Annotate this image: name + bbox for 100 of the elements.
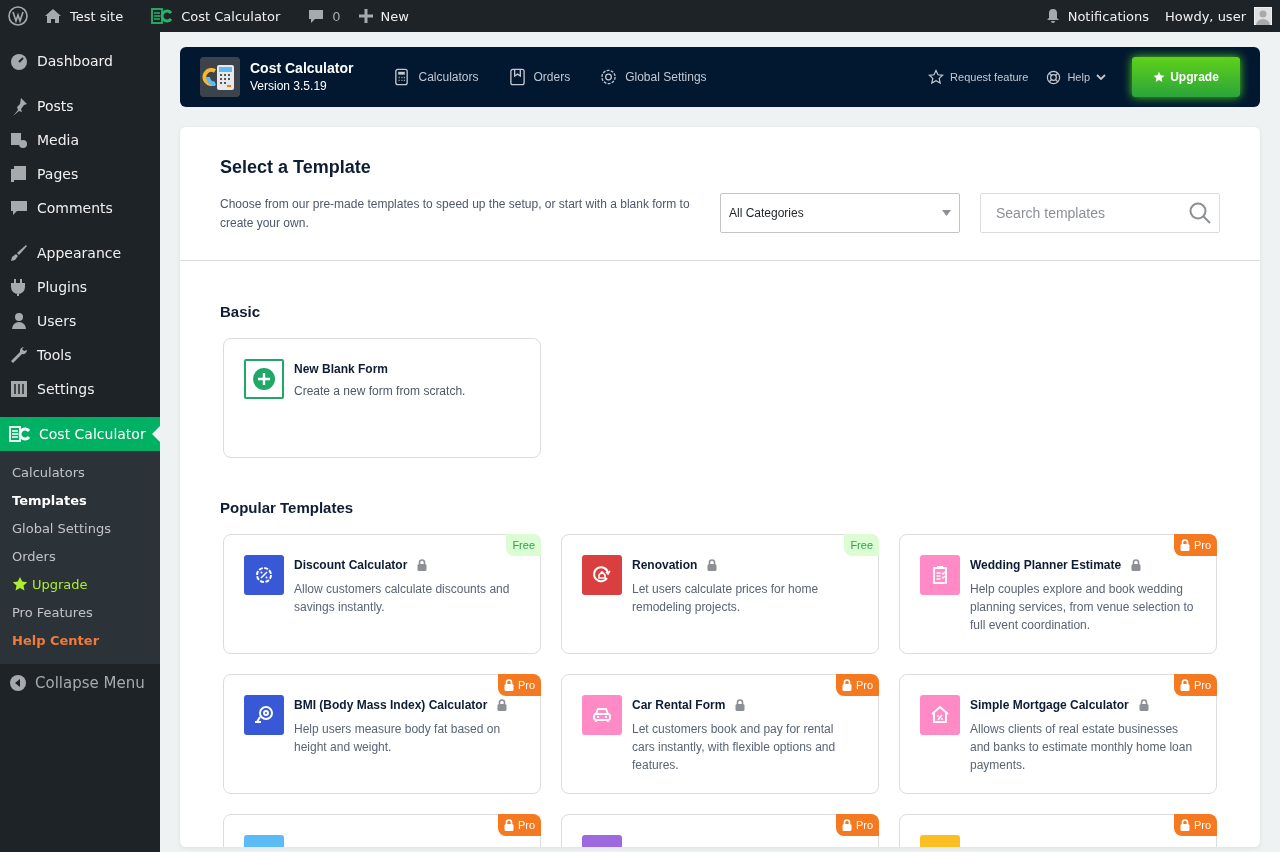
template-card[interactable]: Renovation Let users calculate prices for home remodeling projects. Free [561, 534, 879, 654]
section-heading: Basic [220, 303, 262, 320]
padlock-icon [503, 679, 514, 691]
template-description: Allow customers calculate discounts and savings instantly. [294, 581, 511, 616]
request-feature-link[interactable]: Request feature [928, 69, 1029, 85]
submenu-item[interactable]: Calculators [0, 458, 160, 486]
submenu-item[interactable]: Orders [0, 542, 160, 570]
wrench-icon [9, 345, 29, 365]
collapse-menu-button[interactable]: Collapse Menu [0, 664, 160, 702]
padlock-icon [417, 559, 428, 571]
chevron-down-icon [1096, 73, 1106, 81]
padlock-icon [1179, 539, 1190, 551]
search-icon [1189, 202, 1211, 224]
nav-link[interactable]: Calculators [393, 68, 479, 86]
calculator-logo-icon [200, 57, 240, 97]
nav-link[interactable]: Global Settings [600, 68, 707, 86]
help-dropdown[interactable]: Help [1046, 69, 1106, 85]
sidebar-item[interactable]: Pages [0, 157, 160, 191]
padlock-icon [1179, 819, 1190, 831]
sidebar-item[interactable]: Appearance [0, 236, 160, 270]
person-icon [9, 311, 29, 331]
sidebar-item[interactable]: Posts [0, 89, 160, 123]
notifications-label: Notifications [1067, 8, 1150, 24]
template-card[interactable]: Wedding Planner Estimate Help couples explore and book wedding planning services, from venue selection to full event coordination. Pro [899, 534, 1217, 654]
notifications-link[interactable]: Notifications [1045, 8, 1150, 24]
template-title: Wedding Planner Estimate [970, 558, 1122, 572]
star-outline-icon [928, 69, 945, 85]
padlock-icon [1179, 679, 1190, 691]
free-badge: Free [506, 534, 541, 556]
paintbrush-icon [9, 243, 29, 263]
nav-link[interactable]: Orders [508, 68, 571, 86]
account-link[interactable]: Howdy, user [1165, 7, 1272, 25]
speech-bubble-icon [9, 198, 29, 218]
submenu-item[interactable]: Global Settings [0, 514, 160, 542]
template-card[interactable]: BMI (Body Mass Index) Calculator Help users measure body fat based on height and weight. Pro [223, 674, 541, 794]
bell-icon [1045, 8, 1060, 24]
greeting: Howdy, user [1165, 8, 1246, 24]
sidebar-item[interactable]: Settings [0, 372, 160, 406]
blank-form-card[interactable]: New Blank Form Create a new form from scratch. [223, 338, 541, 458]
wordpress-logo-icon[interactable] [8, 6, 28, 26]
calculator-icon [393, 68, 411, 86]
pages-icon [9, 164, 29, 184]
padlock-icon [1138, 699, 1149, 711]
padlock-icon [497, 699, 508, 711]
site-name: Test site [70, 8, 124, 24]
template-title: Car Rental Form [632, 698, 726, 712]
site-link[interactable]: Test site [44, 8, 124, 24]
pro-badge: Pro [497, 814, 541, 836]
new-label: New [380, 8, 409, 24]
sidebar-item[interactable]: Users [0, 304, 160, 338]
plus-circle-icon [253, 368, 275, 390]
avatar-icon [1254, 7, 1272, 25]
collapse-label: Collapse Menu [35, 674, 145, 692]
calculator-logo-icon [151, 8, 174, 24]
template-title: New Blank Form [294, 362, 390, 376]
sidebar-item[interactable]: Plugins [0, 270, 160, 304]
calculator-logo-icon [9, 426, 31, 442]
pro-badge: Pro [1173, 674, 1217, 696]
submenu-item[interactable]: Upgrade [0, 570, 160, 598]
free-badge: Free [844, 534, 879, 556]
plugin-version: Version 3.5.19 [250, 79, 327, 93]
submenu-item[interactable]: Pro Features [0, 598, 160, 626]
search-field[interactable]: Search templates [980, 193, 1220, 233]
template-description: Let customers book and pay for rental cars instantly, with flexible options and features. [632, 721, 837, 774]
gauge-icon [9, 51, 29, 71]
new-link[interactable]: New [358, 8, 409, 24]
page-description: Choose from our pre-made templates to speed up the setup, or start with a blank form to create your own. [220, 196, 691, 232]
plugin-link[interactable]: Cost Calculator [151, 8, 281, 24]
template-card[interactable]: Car Rental Form Let customers book and pay for rental cars instantly, with flexible options and features. Pro [561, 674, 879, 794]
sidebar-item[interactable]: Dashboard [0, 44, 160, 78]
sidebar-item[interactable]: Media [0, 123, 160, 157]
section-heading: Popular Templates [220, 499, 355, 516]
submenu-item[interactable]: Help Center [0, 626, 160, 654]
plugin-title: Cost Calculator [250, 60, 354, 76]
padlock-icon [707, 559, 718, 571]
pro-badge: Pro [835, 674, 879, 696]
template-description: Let users calculate prices for home remodeling projects. [632, 581, 820, 616]
template-card[interactable]: Discount Calculator Allow customers calculate discounts and savings instantly. Free [223, 534, 541, 654]
submenu-item[interactable]: Templates [0, 486, 160, 514]
sidebar-item[interactable]: Tools [0, 338, 160, 372]
gear-icon [600, 68, 618, 86]
plus-icon [358, 9, 373, 23]
plugin-name: Cost Calculator [181, 8, 281, 24]
padlock-icon [735, 699, 746, 711]
star-icon [1153, 71, 1166, 83]
template-description: Allows clients of real estate businesses and banks to estimate monthly home loan payments. [970, 721, 1194, 774]
comment-bubble-icon [308, 8, 325, 24]
bookmark-icon [508, 68, 526, 86]
pro-badge: Pro [1173, 814, 1217, 836]
category-dropdown[interactable]: All Categories [720, 193, 960, 233]
media-icon [9, 130, 29, 150]
template-card[interactable]: Simple Mortgage Calculator Allows clients of real estate businesses and banks to estimate monthly home loan payments. Pro [899, 674, 1217, 794]
template-title: Simple Mortgage Calculator [970, 698, 1129, 712]
comments-link[interactable]: 0 [308, 8, 341, 24]
template-title: Discount Calculator [294, 558, 408, 572]
star-icon [12, 576, 28, 592]
comment-count: 0 [332, 8, 341, 24]
padlock-icon [841, 819, 852, 831]
sidebar-item[interactable]: Comments [0, 191, 160, 225]
lifebuoy-icon [1046, 69, 1062, 85]
